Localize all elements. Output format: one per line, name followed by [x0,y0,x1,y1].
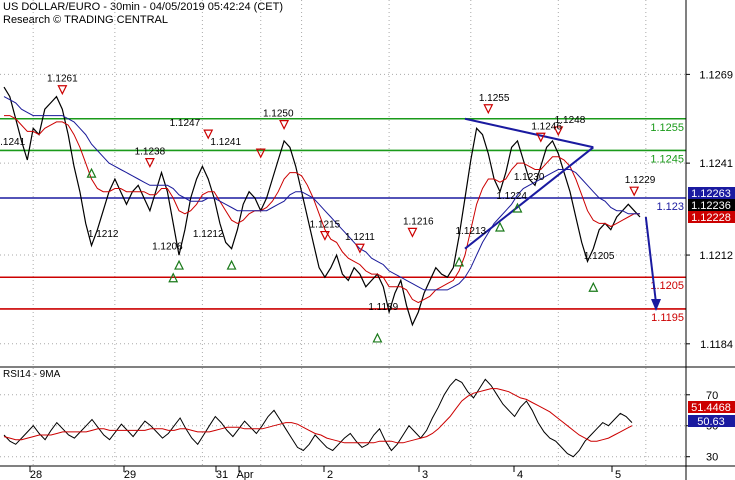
pivot-high-marker [483,104,494,115]
pivot-high-marker [57,85,68,96]
rsi-panel-label: RSI14 - 9MA [3,369,61,380]
time-tick-label: 31 [216,469,228,480]
pivot-value-label: 1.1224 [496,191,527,202]
pivot-value-label: 1.1215 [310,220,341,231]
pivot-value-label: 1.1189 [368,302,398,313]
pivot-value-label: 1.1229 [625,175,656,186]
pivot-value-label: 1.1230 [514,172,545,183]
pivot-low-marker [174,259,185,270]
pivot-high-marker [629,186,640,197]
price-tick-label: 1.1212 [699,250,733,262]
fast-ma-line [4,115,640,304]
level-label: 1.1245 [650,153,684,165]
time-tick-label: 2 [327,469,333,480]
level-label: 1.1255 [650,122,684,134]
rsi-panel: RSI14 - 9MA 70503051.446850.63 [0,369,735,464]
time-tick-label: 28 [30,469,42,480]
pivot-value-label: 1.1241 [210,137,241,148]
price-tick-label: 1.1241 [699,158,733,170]
pivot-value-label: 1.1255 [479,93,510,104]
pivot-value-label: 1.1238 [135,147,166,158]
time-tick-label: 4 [517,469,523,480]
rsi-tag-label: 50.63 [697,416,725,428]
price-tick-label: 1.1184 [700,339,733,351]
value-tags: 1.122631.122361.12228 [688,187,735,224]
time-tick-label: 3 [422,469,428,480]
pivot-value-label: 1.1248 [555,115,586,126]
time-tick-label: 5 [615,469,621,480]
pivot-value-label: 1.1212 [193,229,224,240]
pivot-low-marker [588,281,599,292]
pivot-value-label: 1.1213 [455,226,486,237]
rsi-tick-label: 30 [706,452,718,464]
chart-area: 1.1255 1.1245 1.123 1.1205 1.1195 1.1261 1.12… [0,0,735,480]
rsi-ma-line [3,388,633,444]
pivot-low-marker [454,256,465,267]
pivot-low-marker [226,259,237,270]
price-tag-label: 1.12263 [691,188,731,200]
pivot-value-label: 1.1205 [584,251,615,262]
pivot-value-label: 1.1211 [345,232,375,243]
pivot-value-label: 1.1261 [47,74,78,85]
time-tick-label: Apr [236,469,253,480]
price-tick-label: 1.1269 [699,69,733,81]
level-label: 1.1195 [651,312,684,324]
pivot-value-label: 1.1208 [152,242,183,253]
pivot-high-marker [407,227,418,238]
pivot-value-label: 1.1247 [170,118,201,129]
rsi-line [3,378,633,458]
price-tag-label: 1.12228 [691,212,731,224]
rsi-tag-label: 51.4468 [691,402,731,414]
pivot-value-label: 1.1216 [403,216,434,227]
pivot-value-label: 1.1250 [263,109,294,120]
time-tick-label: 29 [124,469,136,480]
pivot-high-marker [535,132,546,143]
price-tag-label: 1.12236 [691,200,731,212]
support-resistance-levels: 1.1255 1.1245 1.123 1.1205 1.1195 [0,117,686,324]
pivot-high-marker [279,120,290,130]
pivot-low-marker [372,332,383,343]
pivot-high-marker [319,230,330,241]
rsi-tick-label: 70 [706,390,718,402]
level-label: 1.123 [656,201,684,213]
pivot-value-label: 1.1241 [0,137,26,148]
pivot-value-label: 1.1212 [88,229,119,240]
